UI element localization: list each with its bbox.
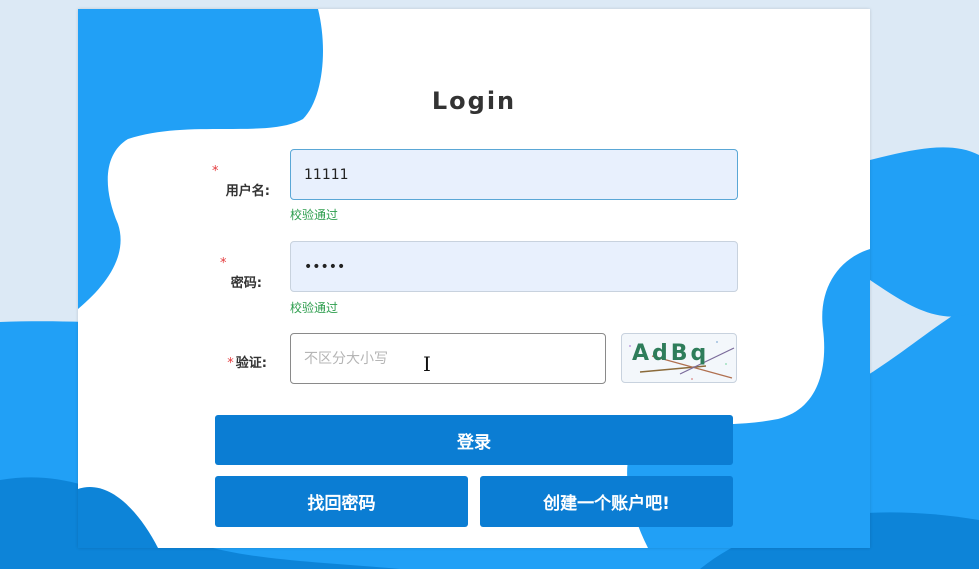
username-input[interactable] — [291, 150, 737, 199]
login-button[interactable]: 登录 — [215, 415, 733, 465]
password-field[interactable] — [290, 241, 738, 292]
captcha-input[interactable] — [291, 334, 605, 383]
required-marker: * — [212, 164, 219, 179]
password-status: 校验通过 — [290, 301, 339, 315]
captcha-code: AdBq — [632, 341, 710, 366]
required-marker: * — [220, 256, 227, 271]
captcha-field[interactable] — [290, 333, 606, 384]
text-cursor-icon: Ι — [423, 352, 431, 376]
login-card: Login * 用户名: 校验通过 * 密码: 校验通过 *验证: AdBq Ι… — [78, 9, 870, 548]
captcha-label-row: * 验证: — [147, 352, 267, 371]
captcha-image[interactable]: AdBq — [621, 333, 737, 383]
username-label: 用户名: — [225, 184, 270, 199]
create-account-button[interactable]: 创建一个账户吧! — [480, 476, 733, 527]
password-label: 密码: — [230, 276, 262, 291]
password-input[interactable] — [291, 242, 737, 291]
login-title: Login — [431, 87, 517, 115]
username-field[interactable] — [290, 149, 738, 200]
required-marker: * — [227, 356, 234, 371]
captcha-label: 验证: — [235, 356, 267, 371]
username-status: 校验通过 — [290, 208, 339, 222]
recover-password-button[interactable]: 找回密码 — [215, 476, 468, 527]
